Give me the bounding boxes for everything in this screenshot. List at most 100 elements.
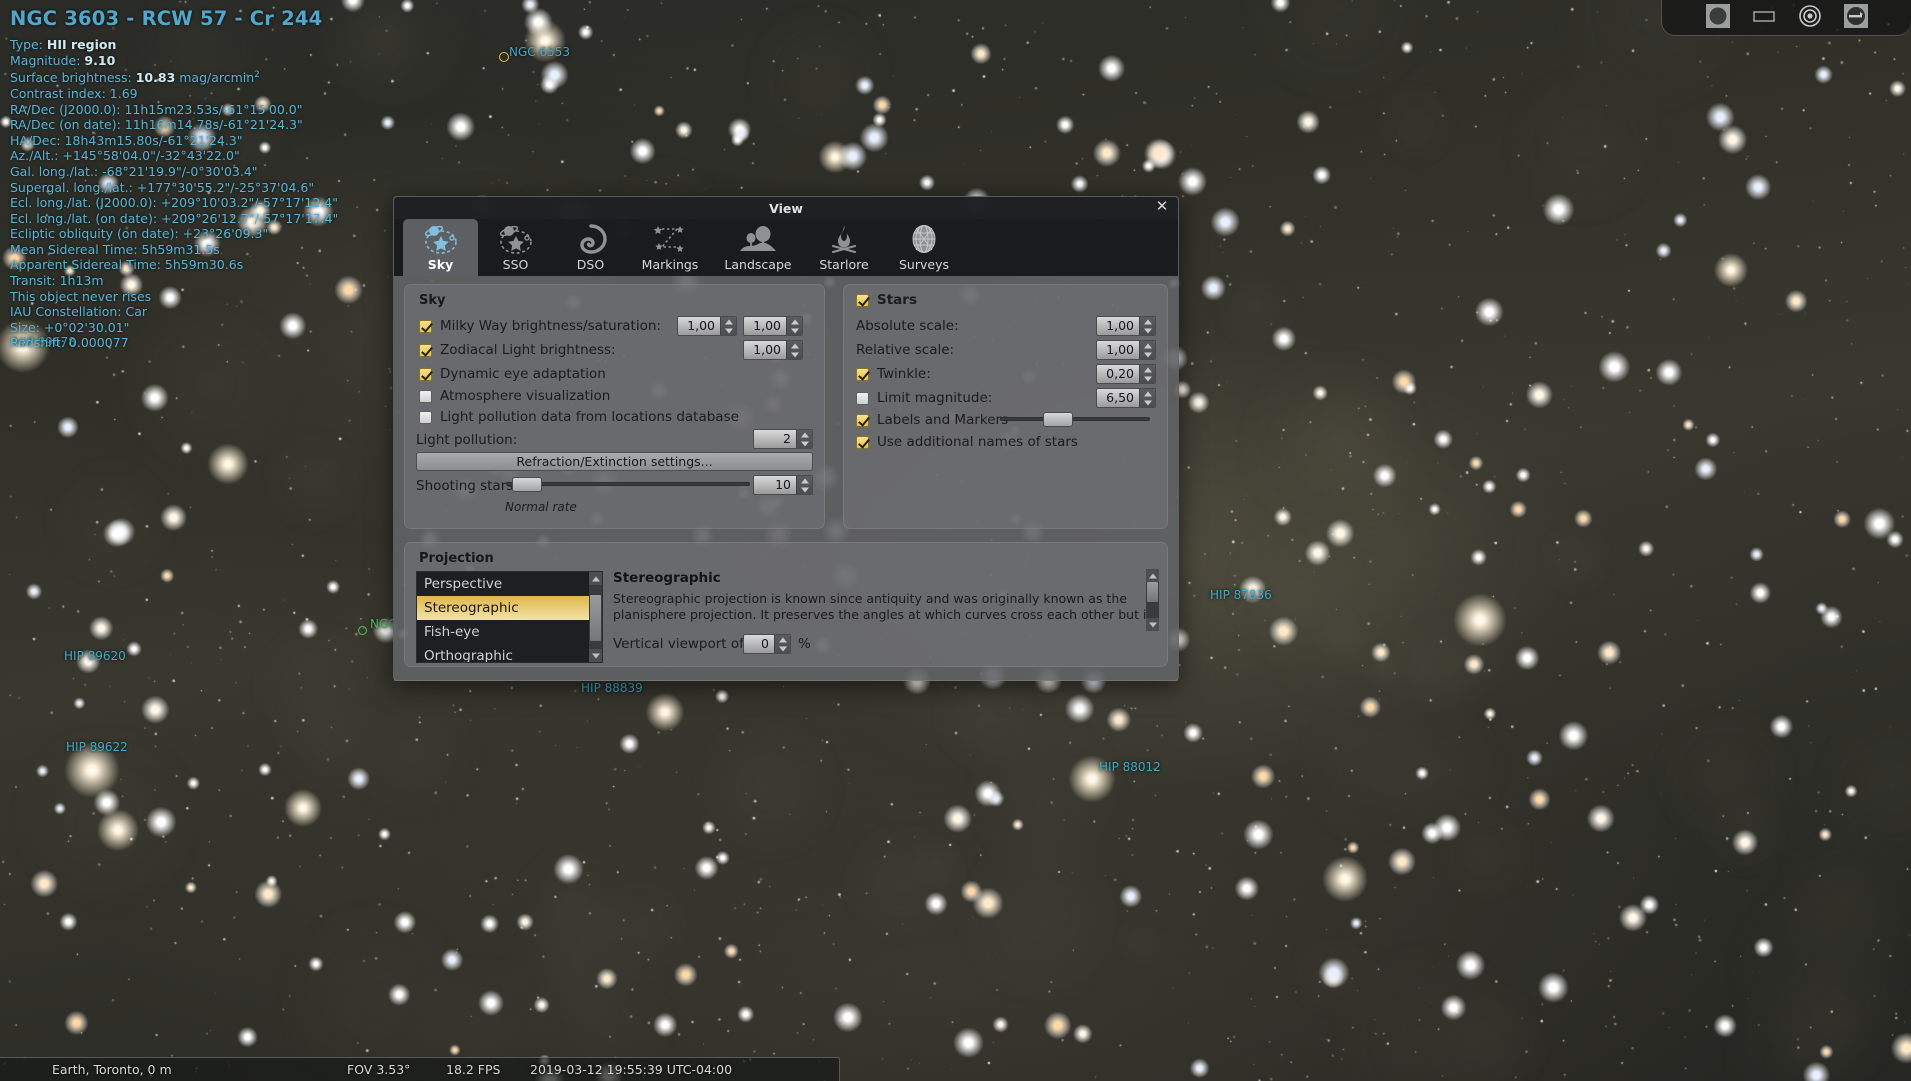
spin-up[interactable] <box>1140 365 1155 374</box>
labels-markers-checkbox[interactable] <box>856 413 869 427</box>
projection-option[interactable]: Orthographic <box>417 644 602 662</box>
spin-arrows[interactable] <box>1139 341 1155 359</box>
spin-down[interactable] <box>775 644 790 653</box>
tab-markings[interactable]: Markings <box>628 219 712 276</box>
wrench-icon[interactable] <box>1843 3 1869 29</box>
shooting-stars-slider[interactable] <box>506 476 750 492</box>
refraction-extinction-button[interactable]: Refraction/Extinction settings... <box>416 452 813 471</box>
light-pollution-db-checkbox[interactable] <box>419 410 432 424</box>
spin-down[interactable] <box>797 439 812 448</box>
projection-desc-scrollbar[interactable] <box>1146 569 1159 631</box>
spin-down[interactable] <box>787 350 802 359</box>
spin-down[interactable] <box>1140 398 1155 407</box>
tab-starlore[interactable]: Starlore <box>804 219 884 276</box>
twinkle-spinbox[interactable]: 0,20 <box>1096 364 1156 384</box>
stellarium-sky-view[interactable]: NGC 3603 - RCW 57 - Cr 244 Type: HII reg… <box>0 0 1911 1081</box>
top-toolbar[interactable] <box>1661 0 1911 36</box>
view-dialog[interactable]: View ✕ Sky SSO DSO Markings Landscape Starlor… <box>393 196 1179 681</box>
milky-way-brightness-spinbox[interactable]: 1,00 <box>677 316 737 336</box>
stars-checkbox[interactable] <box>856 293 869 307</box>
atmosphere-row[interactable]: Atmosphere visualization <box>419 388 610 404</box>
dso-marker-ngc[interactable] <box>358 626 367 635</box>
limit-magnitude-row[interactable]: Limit magnitude: <box>856 390 992 406</box>
projection-option[interactable]: Stereographic <box>417 596 602 620</box>
zodiacal-light-checkbox[interactable] <box>419 343 432 357</box>
viewport-offset-spinbox[interactable]: 0 <box>743 634 791 654</box>
milky-way-row[interactable]: Milky Way brightness/saturation: <box>419 318 661 334</box>
tab-sky[interactable]: Sky <box>403 219 478 276</box>
twinkle-checkbox[interactable] <box>856 367 869 381</box>
spin-arrows[interactable] <box>796 476 812 494</box>
spin-up[interactable] <box>797 430 812 439</box>
additional-names-row[interactable]: Use additional names of stars <box>856 434 1078 450</box>
spin-arrows[interactable] <box>720 317 736 335</box>
scroll-up-icon[interactable] <box>589 572 602 585</box>
absolute-scale-spinbox[interactable]: 1,00 <box>1096 316 1156 336</box>
spin-down[interactable] <box>1140 374 1155 383</box>
spin-arrows[interactable] <box>1139 389 1155 407</box>
spin-up[interactable] <box>1140 317 1155 326</box>
rectangle-icon[interactable] <box>1751 3 1777 29</box>
concentric-circles-icon[interactable] <box>1797 3 1823 29</box>
spin-down[interactable] <box>1140 350 1155 359</box>
spin-down[interactable] <box>787 326 802 335</box>
stars-enable-row[interactable]: Stars <box>856 292 917 308</box>
relative-scale-spinbox[interactable]: 1,00 <box>1096 340 1156 360</box>
dialog-title-bar[interactable]: View ✕ <box>394 197 1178 219</box>
scroll-down-icon[interactable] <box>589 649 602 662</box>
milky-way-checkbox[interactable] <box>419 319 432 333</box>
spin-arrows[interactable] <box>786 341 802 359</box>
light-pollution-spinbox[interactable]: 2 <box>753 429 813 449</box>
scroll-thumb-track[interactable] <box>589 585 602 649</box>
tab-dso[interactable]: DSO <box>553 219 628 276</box>
tab-surveys[interactable]: Surveys <box>884 219 964 276</box>
spin-down[interactable] <box>1140 326 1155 335</box>
zodiacal-light-spinbox[interactable]: 1,00 <box>743 340 803 360</box>
status-bar[interactable]: Earth, Toronto, 0 m FOV 3.53° 18.2 FPS 2… <box>0 1057 840 1081</box>
constellation-art-button[interactable] <box>1705 3 1731 29</box>
projection-list-items[interactable]: Perspective Stereographic Fish-eye Orthogra… <box>417 572 602 662</box>
projection-option[interactable]: Fish-eye <box>417 620 602 644</box>
atmosphere-checkbox[interactable] <box>419 389 432 403</box>
zodiacal-light-row[interactable]: Zodiacal Light brightness: <box>419 342 616 358</box>
dialog-tab-bar[interactable]: Sky SSO DSO Markings Landscape Starlore Survey… <box>394 219 1178 276</box>
spin-down[interactable] <box>797 485 812 494</box>
additional-names-checkbox[interactable] <box>856 435 869 449</box>
spin-arrows[interactable] <box>1139 317 1155 335</box>
tab-sso[interactable]: SSO <box>478 219 553 276</box>
labels-markers-row[interactable]: Labels and Markers <box>856 412 1008 428</box>
dialog-body[interactable]: Sky Milky Way brightness/saturation: 1,0… <box>394 276 1178 681</box>
projection-option[interactable]: Perspective <box>417 572 602 596</box>
tab-landscape[interactable]: Landscape <box>712 219 804 276</box>
spin-arrows[interactable] <box>774 635 790 653</box>
scroll-up-icon[interactable] <box>1146 569 1159 582</box>
limit-magnitude-checkbox[interactable] <box>856 391 869 405</box>
spin-up[interactable] <box>721 317 736 326</box>
scroll-thumb[interactable] <box>590 595 601 641</box>
spin-arrows[interactable] <box>796 430 812 448</box>
close-icon[interactable]: ✕ <box>1154 199 1170 215</box>
dynamic-eye-adaptation-row[interactable]: Dynamic eye adaptation <box>419 366 606 382</box>
shooting-stars-spinbox[interactable]: 10 <box>753 475 813 495</box>
milky-way-saturation-spinbox[interactable]: 1,00 <box>743 316 803 336</box>
scroll-thumb-track[interactable] <box>1146 582 1159 618</box>
spin-arrows[interactable] <box>1139 365 1155 383</box>
scroll-down-icon[interactable] <box>1146 618 1159 631</box>
twinkle-row[interactable]: Twinkle: <box>856 366 931 382</box>
spin-up[interactable] <box>787 317 802 326</box>
labels-markers-slider[interactable] <box>1000 411 1150 427</box>
slider-handle[interactable] <box>1043 411 1073 427</box>
scroll-thumb[interactable] <box>1147 582 1158 602</box>
spin-up[interactable] <box>797 476 812 485</box>
projection-list[interactable]: Perspective Stereographic Fish-eye Orthogra… <box>416 571 603 663</box>
spin-up[interactable] <box>775 635 790 644</box>
dso-marker-ngc6553[interactable] <box>499 52 509 62</box>
slider-handle[interactable] <box>512 476 542 492</box>
projection-scrollbar[interactable] <box>589 572 602 662</box>
light-pollution-db-row[interactable]: Light pollution data from locations data… <box>419 409 739 425</box>
spin-up[interactable] <box>1140 389 1155 398</box>
dynamic-eye-adaptation-checkbox[interactable] <box>419 367 432 381</box>
spin-arrows[interactable] <box>786 317 802 335</box>
spin-up[interactable] <box>787 341 802 350</box>
spin-up[interactable] <box>1140 341 1155 350</box>
